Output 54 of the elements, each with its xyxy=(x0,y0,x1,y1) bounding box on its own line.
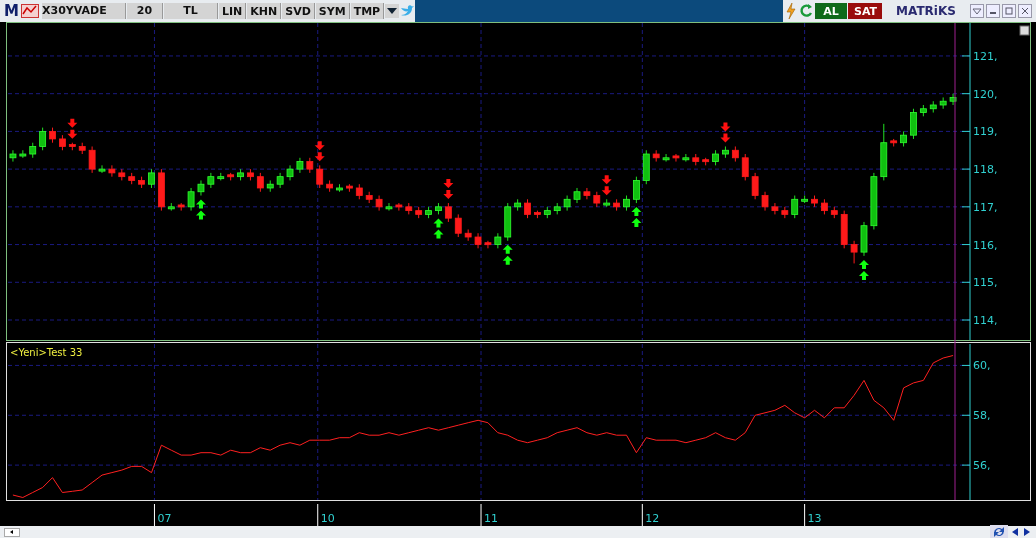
caret-icon xyxy=(9,529,15,535)
axis-label: 117, xyxy=(973,200,998,214)
toolbar-button[interactable]: SVD xyxy=(282,3,315,19)
sell-arrow-icon xyxy=(314,141,325,162)
indicator-title: <Yeni>Test 33 xyxy=(10,347,83,358)
sell-arrow-icon xyxy=(67,118,78,139)
minimize-icon[interactable] xyxy=(986,4,1000,18)
axis-label: 121, xyxy=(973,49,998,63)
sell-arrow-icon xyxy=(601,175,612,196)
symbol-field[interactable]: X30YVADE xyxy=(42,3,126,19)
currency-field[interactable]: TL xyxy=(164,3,218,19)
next-arrow-icon[interactable] xyxy=(1022,527,1032,537)
axis-label: 120, xyxy=(973,87,998,101)
candlestick xyxy=(632,176,640,204)
candlestick xyxy=(197,179,205,197)
time-label: 12 xyxy=(645,512,660,525)
buy-arrow-icon xyxy=(195,199,206,220)
buy-arrow-icon xyxy=(433,218,444,239)
sell-arrow-icon xyxy=(443,179,454,200)
dropdown-icon[interactable] xyxy=(970,4,984,18)
panel-toggle-button[interactable] xyxy=(1019,25,1030,36)
sell-button[interactable]: SAT xyxy=(848,3,882,19)
axis-label: 58, xyxy=(973,409,991,423)
period-field[interactable]: 20 xyxy=(127,3,163,19)
close-icon[interactable] xyxy=(1018,4,1032,18)
axis-label: 114, xyxy=(973,314,998,327)
buy-arrow-icon xyxy=(631,207,642,228)
toolbar-button[interactable]: LIN xyxy=(219,3,247,19)
buy-arrow-icon xyxy=(502,244,513,265)
axis-label: 118, xyxy=(973,163,998,177)
sync-icon[interactable] xyxy=(990,525,1008,538)
sell-arrow-icon xyxy=(720,122,731,143)
scroll-left-button[interactable] xyxy=(4,527,20,537)
axis-label: 119, xyxy=(973,125,998,139)
candlestick xyxy=(316,164,324,189)
buy-arrow-icon xyxy=(859,259,869,280)
app-logo: M xyxy=(4,2,18,20)
time-label: 07 xyxy=(157,512,172,525)
time-label: 11 xyxy=(484,512,498,525)
toolbar-button[interactable]: SYM xyxy=(315,3,350,19)
buy-button[interactable]: AL xyxy=(815,3,847,19)
previous-arrow-icon[interactable] xyxy=(1010,527,1020,537)
axis-label: 56, xyxy=(973,459,991,473)
chart-icon[interactable] xyxy=(21,4,39,18)
candlestick xyxy=(444,202,452,223)
axis-label: 60, xyxy=(973,359,991,373)
refresh-icon[interactable] xyxy=(799,2,814,20)
axis-label: 115, xyxy=(973,276,998,290)
brand-logo: MATRiKS xyxy=(895,4,957,18)
axis-label: 116, xyxy=(973,238,998,252)
toolbar-button[interactable]: KHN xyxy=(247,3,282,19)
time-label: 10 xyxy=(320,512,335,525)
time-label: 13 xyxy=(807,512,822,525)
toolbar-button[interactable]: TMP xyxy=(350,3,385,19)
